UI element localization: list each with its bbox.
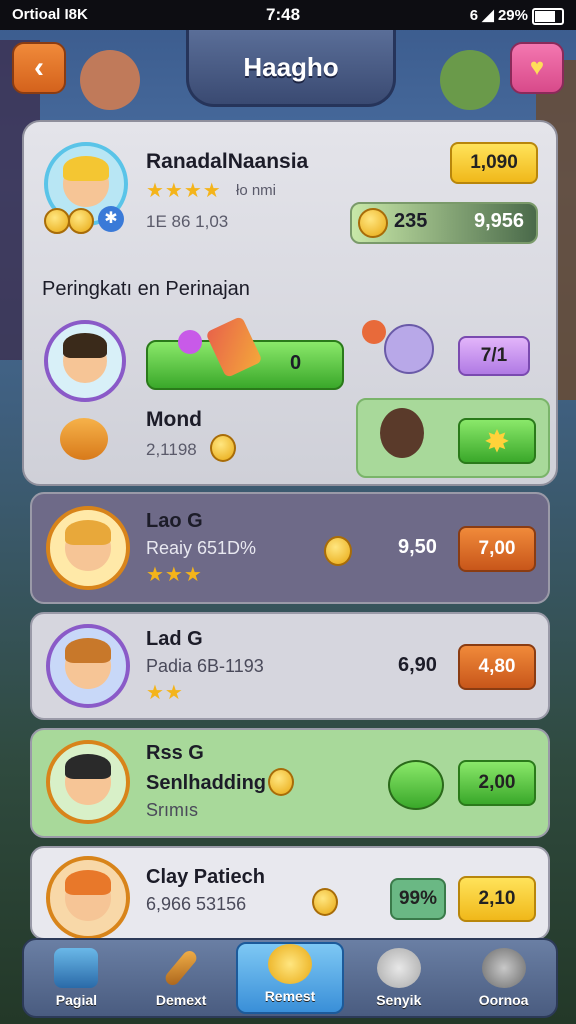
- nav-item-remest[interactable]: Remest: [235, 942, 345, 1014]
- coin-icon: [268, 768, 294, 796]
- backpack-icon: [54, 948, 99, 988]
- nav-label: Pagial: [55, 992, 98, 1008]
- bird-icon: [60, 418, 108, 460]
- coin-icon: [358, 208, 388, 238]
- score-button[interactable]: 4,80: [458, 644, 536, 690]
- player-sub: 6,966 53156: [146, 894, 247, 914]
- bottom-navigation: Pagial Demext Remest Senyik Oornoa: [22, 938, 558, 1018]
- percent-badge: 99%: [390, 878, 446, 920]
- player-sub: Senlhadding: [146, 772, 266, 794]
- compass-icon: [267, 944, 312, 984]
- sun-icon: ✸: [485, 425, 509, 457]
- avatar: [46, 506, 130, 590]
- progress-value: 0: [290, 352, 302, 374]
- player-stars: ★★★: [146, 564, 203, 586]
- character-icon: [380, 408, 424, 458]
- back-button[interactable]: ‹: [12, 42, 66, 94]
- nav-label: Oornoa: [478, 992, 529, 1008]
- nav-item-demext[interactable]: Demext: [129, 940, 234, 1016]
- avatar-face: [62, 333, 108, 384]
- carrier-label: Ortioal I8K: [12, 6, 88, 23]
- page-title: Haagho: [243, 51, 339, 82]
- leaderboard-row[interactable]: Lad G Padia 6B-1193 ★★ 6,90 4,80: [30, 612, 550, 720]
- battery-icon: [532, 8, 564, 25]
- avatar-face: [63, 155, 109, 207]
- avatar: [46, 856, 130, 940]
- player-rating: ło nmi: [236, 182, 277, 199]
- avatar-hair: [63, 155, 109, 181]
- nav-item-oornoa[interactable]: Oornoa: [451, 940, 556, 1016]
- score-button[interactable]: 2,00: [458, 760, 536, 806]
- gold-balance-button[interactable]: 1,090: [450, 142, 538, 184]
- section-title: Peringkatı en Perinajan: [42, 278, 250, 300]
- player-stars: ★★★★: [146, 180, 222, 202]
- avatar-face: [65, 753, 111, 805]
- player-name: Rss G: [146, 742, 204, 764]
- player-sub2: Srımıs: [146, 800, 198, 820]
- opponent-sub: 2,1198: [146, 440, 197, 459]
- favorite-button[interactable]: ♥: [510, 42, 564, 94]
- nav-label: Senyik: [376, 992, 422, 1008]
- status-indicators: 6 ◢ 29%: [469, 7, 528, 24]
- character-icon: [376, 948, 421, 988]
- heart-icon: ♥: [529, 54, 545, 81]
- coin-icon: [324, 536, 352, 566]
- player-sub: Reaiy 651D%: [146, 538, 257, 558]
- potion-icon: [362, 320, 386, 344]
- opponent-name: Mond: [146, 408, 202, 431]
- clock: 7:48: [266, 5, 301, 24]
- player-stars: ★★: [146, 682, 184, 704]
- avatar-face: [65, 637, 111, 689]
- avatar: [46, 740, 130, 824]
- coin-icon: [312, 888, 338, 916]
- leaderboard-row[interactable]: Clay Patiech 6,966 53156 99% 2,10: [30, 846, 550, 940]
- total-value: 9,956: [474, 210, 525, 232]
- player-panel: ✱ RanadalNaansia ★★★★ ło nmi 1E 86 1,03 …: [22, 120, 558, 486]
- player-id: 1E 86 1,03: [146, 212, 229, 231]
- ghost-character-icon: [384, 324, 434, 374]
- coin-icon: [68, 208, 94, 234]
- nav-label: Demext: [155, 992, 207, 1008]
- player-score: 6,90: [398, 654, 437, 676]
- player-sub: Padia 6B-1193: [146, 656, 264, 676]
- player-name: Lao G: [146, 510, 203, 532]
- background-character-right: [440, 50, 500, 110]
- player-name: Lad G: [146, 628, 203, 650]
- page-title-plate: Haagho: [186, 30, 396, 107]
- gear-icon: ✱: [98, 206, 124, 232]
- nav-item-pagial[interactable]: Pagial: [24, 940, 129, 1016]
- avatar-hair: [62, 333, 108, 358]
- player-name: Clay Patiech: [146, 866, 265, 888]
- coin-icon: [210, 434, 236, 462]
- player-name: RanadalNaansia: [146, 150, 309, 173]
- avatar-hair: [65, 869, 111, 895]
- helmet-icon: [481, 948, 526, 988]
- score-button[interactable]: 2,10: [458, 876, 536, 922]
- rank-badge-button[interactable]: 7/1: [458, 336, 530, 376]
- leaderboard-row[interactable]: Rss G Senlhadding Srımıs 2,00: [30, 728, 550, 838]
- avatar: [46, 624, 130, 708]
- wand-icon: [162, 948, 200, 988]
- score-button[interactable]: 7,00: [458, 526, 536, 572]
- leaderboard-row[interactable]: Lao G Reaiy 651D% ★★★ 9,50 7,00: [30, 492, 550, 604]
- coin-icon: [44, 208, 70, 234]
- background-character-left: [80, 50, 140, 110]
- avatar-face: [65, 869, 111, 921]
- nav-item-senyik[interactable]: Senyik: [346, 940, 451, 1016]
- frog-icon: [388, 760, 444, 810]
- avatar-hair: [65, 753, 111, 779]
- opponent-avatar[interactable]: [44, 320, 126, 402]
- chevron-left-icon: ‹: [34, 51, 44, 84]
- player-score: 9,50: [398, 536, 437, 558]
- sun-reward-button[interactable]: ✸: [458, 418, 536, 464]
- avatar-hair: [65, 637, 111, 663]
- coin-count: 235: [394, 210, 428, 232]
- status-bar: Ortioal I8K 7:48 6 ◢ 29%: [0, 0, 576, 30]
- nav-label: Remest: [264, 988, 316, 1004]
- potion-icon: [178, 330, 202, 354]
- avatar-face: [65, 519, 111, 571]
- avatar-hair: [65, 519, 111, 545]
